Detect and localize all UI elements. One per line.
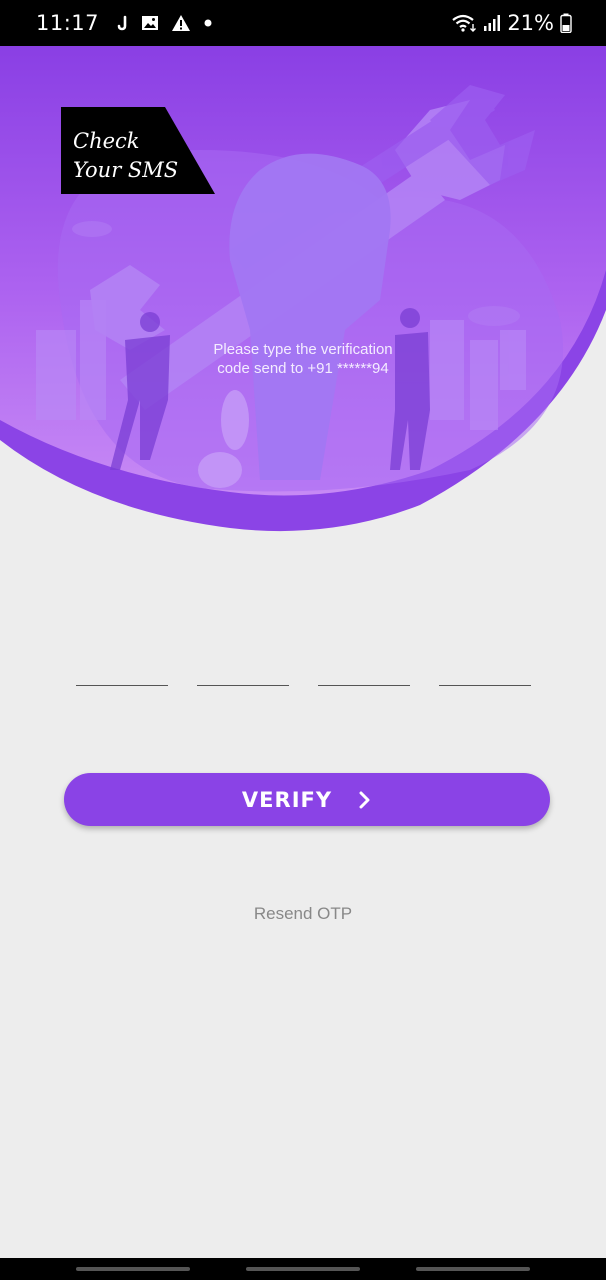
system-navigation-bar xyxy=(0,1258,606,1280)
otp-digit-1[interactable] xyxy=(76,640,168,686)
chevron-right-icon xyxy=(358,791,372,809)
image-icon xyxy=(141,15,159,31)
otp-digit-4[interactable] xyxy=(439,640,531,686)
system-status: 21% xyxy=(451,11,572,35)
nav-recents-handle[interactable] xyxy=(76,1267,190,1271)
check-sms-text: Check Your SMS xyxy=(73,129,179,182)
nav-back-handle[interactable] xyxy=(416,1267,530,1271)
signal-icon xyxy=(483,14,501,32)
status-time: 11:17 xyxy=(36,11,100,35)
otp-digit-3[interactable] xyxy=(318,640,410,686)
warning-icon xyxy=(171,14,191,32)
resend-otp-link[interactable]: Resend OTP xyxy=(0,904,606,924)
otp-input-row xyxy=(76,640,532,688)
verification-message: Please type the verification code send t… xyxy=(213,341,393,377)
battery-percentage: 21% xyxy=(507,11,554,35)
battery-icon xyxy=(560,13,572,33)
nav-home-handle[interactable] xyxy=(246,1267,360,1271)
verify-button[interactable]: VERIFY xyxy=(64,773,550,826)
wifi-icon xyxy=(451,13,477,33)
verify-button-label: VERIFY xyxy=(241,787,333,812)
j-app-icon xyxy=(117,15,129,31)
check-sms-badge: Check Your SMS xyxy=(61,107,215,194)
dot-icon xyxy=(203,18,213,28)
notification-icons xyxy=(117,14,213,32)
status-bar: 11:17 21% xyxy=(0,0,606,46)
otp-digit-2[interactable] xyxy=(197,640,289,686)
